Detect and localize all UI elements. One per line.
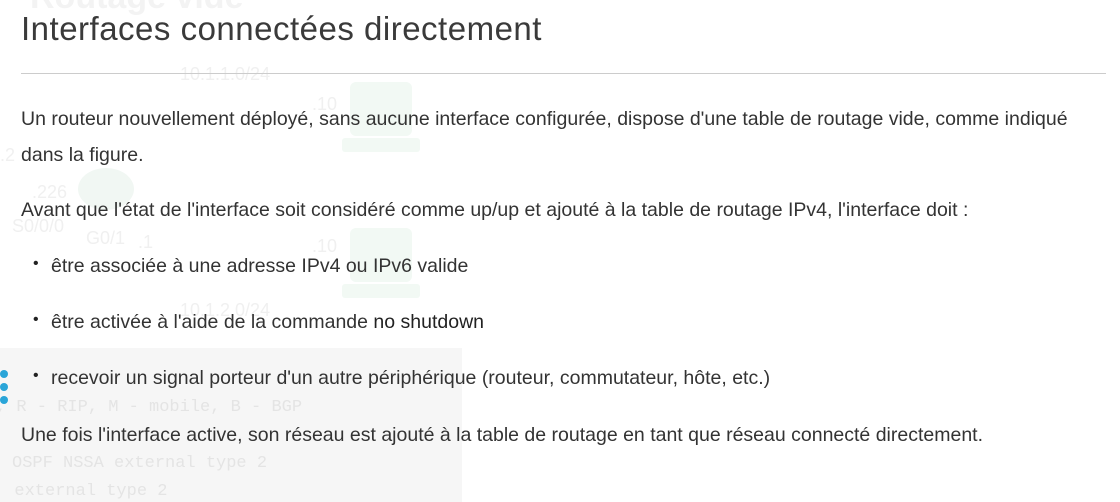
interface-label: .1 [138,232,154,252]
terminal-line: OSPF NSSA external type 2 [12,454,268,473]
intro-paragraph: Un routeur nouvellement déployé, sans au… [21,108,1068,166]
pc-base-icon [342,284,420,298]
interface-label: G0/1 [86,228,126,248]
terminal-line: , R - RIP, M - mobile, B - BGP [0,398,303,417]
conclusion-paragraph: Une fois l'interface active, son réseau … [21,424,983,446]
command-text: no shutdown [373,311,485,333]
page-title: Interfaces connectées directement [21,10,542,47]
condition-paragraph: Avant que l'état de l'interface soit con… [21,199,969,221]
list-item-text: être activée à l'aide de la commande [51,311,374,333]
title-divider [21,73,1106,74]
host-label: .10 [312,236,338,256]
list-item: recevoir un signal porteur d'un autre pé… [33,367,771,390]
list-item: être activée à l'aide de la commande no … [33,311,485,334]
list-item-text: être associée à une adresse IPv4 ou IPv6… [51,255,469,277]
network-label: 10.1.1.0/24 [180,64,271,84]
list-item-text: recevoir un signal porteur d'un autre pé… [51,367,771,389]
list-item: être associée à une adresse IPv4 ou IPv6… [33,255,469,278]
interface-label: .2 [0,145,16,165]
terminal-line: ' external type 2 [0,482,168,501]
pager-dots-icon[interactable] [0,370,10,409]
